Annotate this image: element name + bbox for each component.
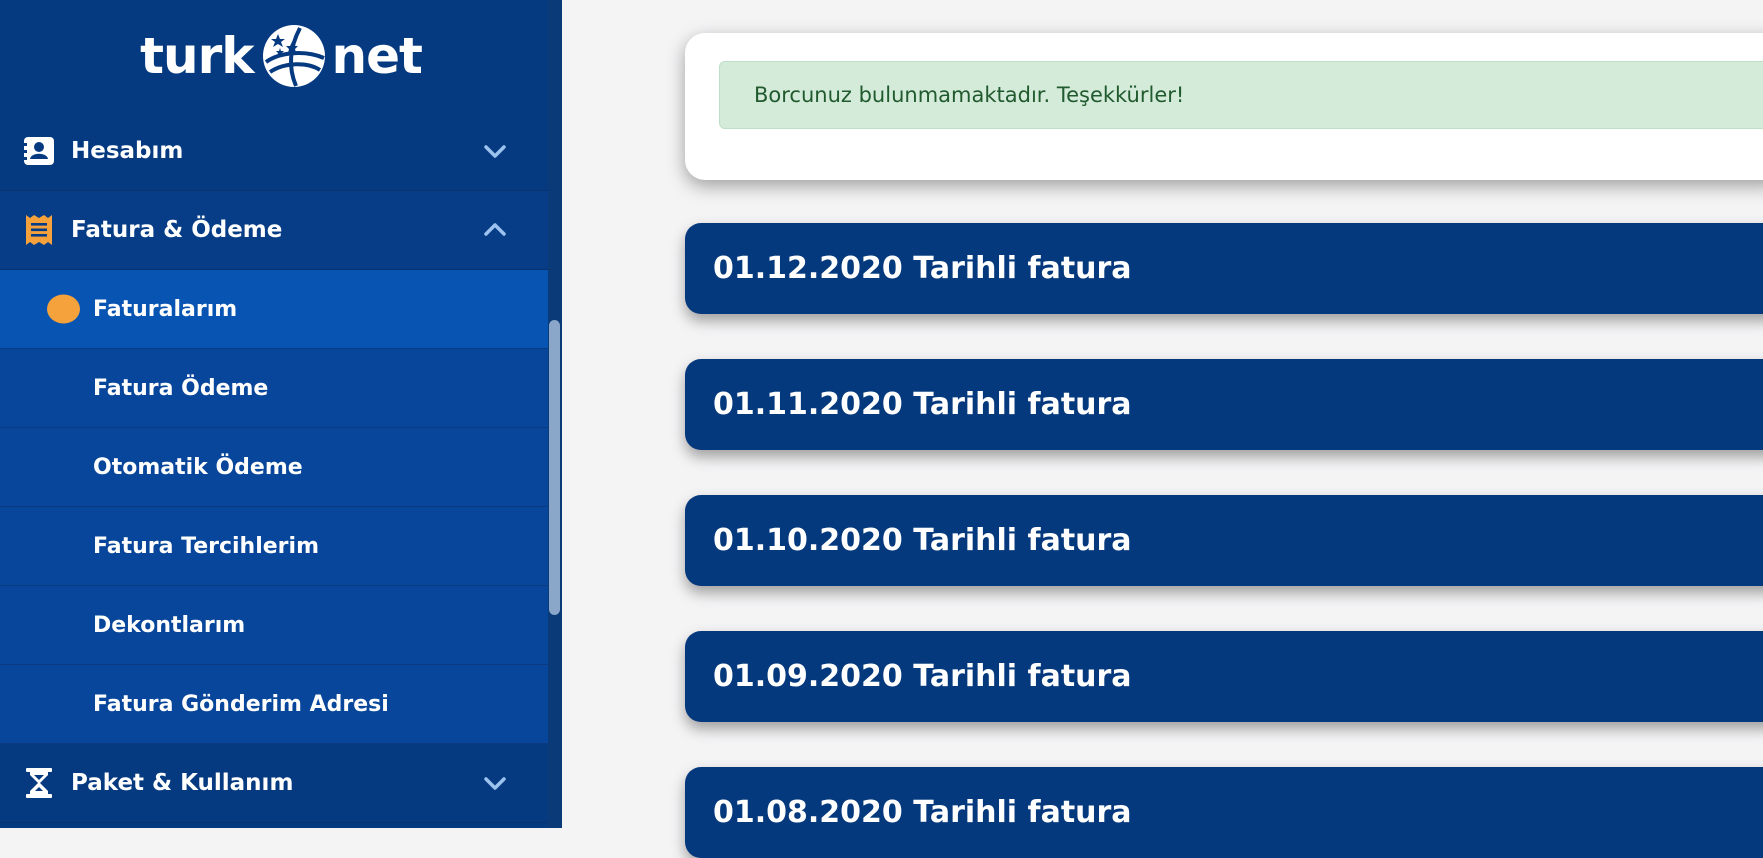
sidebar-item-fatura-gonderim-adresi[interactable]: Fatura Gönderim Adresi — [0, 665, 548, 744]
turknet-logo[interactable]: turk net — [0, 0, 562, 112]
invoice-card[interactable]: 01.08.2020 Tarihli fatura — [685, 767, 1763, 858]
chevron-down-icon — [484, 777, 506, 790]
sidebar-item-dekontlarim[interactable]: Dekontlarım — [0, 586, 548, 665]
sidebar-menu: Hesabım Fatura & Ödeme Faturalarım Fatur… — [0, 112, 548, 823]
sidebar: turk net Hesabım Fatura & Ödeme Faturala… — [0, 0, 562, 828]
active-indicator-dot — [47, 294, 80, 324]
chevron-down-icon — [484, 145, 506, 158]
sidebar-group-fatura-odeme[interactable]: Fatura & Ödeme — [0, 191, 548, 270]
sidebar-item-faturalarim[interactable]: Faturalarım — [0, 270, 548, 349]
sidebar-item-label: Fatura Gönderim Adresi — [93, 691, 389, 717]
sidebar-item-label: Dekontlarım — [93, 612, 246, 638]
sidebar-group-label: Paket & Kullanım — [71, 770, 294, 796]
sidebar-item-label: Fatura Ödeme — [93, 375, 269, 401]
invoice-card[interactable]: 01.09.2020 Tarihli fatura — [685, 631, 1763, 722]
alert-message: Borcunuz bulunmamaktadır. Teşekkürler! — [754, 83, 1185, 107]
success-alert: Borcunuz bulunmamaktadır. Teşekkürler! — [719, 61, 1763, 129]
hourglass-icon — [22, 766, 56, 800]
globe-stars-icon — [262, 25, 325, 87]
invoice-card[interactable]: 01.10.2020 Tarihli fatura — [685, 495, 1763, 586]
sidebar-scrollbar-thumb[interactable] — [549, 320, 560, 615]
receipt-icon — [22, 213, 56, 247]
invoice-title: 01.08.2020 Tarihli fatura — [713, 795, 1132, 830]
notice-card: Borcunuz bulunmamaktadır. Teşekkürler! — [685, 33, 1763, 180]
invoice-title: 01.09.2020 Tarihli fatura — [713, 659, 1132, 694]
main-content: Borcunuz bulunmamaktadır. Teşekkürler! 0… — [562, 0, 1763, 858]
logo-text-left: turk — [140, 27, 254, 85]
invoice-title: 01.10.2020 Tarihli fatura — [713, 523, 1132, 558]
sidebar-group-paket-kullanim[interactable]: Paket & Kullanım — [0, 744, 548, 823]
chevron-up-icon — [484, 223, 506, 236]
sidebar-item-otomatik-odeme[interactable]: Otomatik Ödeme — [0, 428, 548, 507]
sidebar-item-label: Fatura Tercihlerim — [93, 533, 319, 559]
invoice-card[interactable]: 01.11.2020 Tarihli fatura — [685, 359, 1763, 450]
logo-text-right: net — [331, 27, 423, 85]
invoice-card[interactable]: 01.12.2020 Tarihli fatura — [685, 223, 1763, 314]
sidebar-item-label: Faturalarım — [93, 296, 238, 322]
sidebar-group-label: Fatura & Ödeme — [71, 217, 283, 243]
contact-card-icon — [22, 134, 56, 168]
sidebar-item-fatura-tercihlerim[interactable]: Fatura Tercihlerim — [0, 507, 548, 586]
sidebar-item-label: Otomatik Ödeme — [93, 454, 303, 480]
invoice-title: 01.12.2020 Tarihli fatura — [713, 251, 1132, 286]
sidebar-group-label: Hesabım — [71, 138, 184, 164]
invoice-title: 01.11.2020 Tarihli fatura — [713, 387, 1132, 422]
sidebar-item-fatura-odeme[interactable]: Fatura Ödeme — [0, 349, 548, 428]
sidebar-group-hesabim[interactable]: Hesabım — [0, 112, 548, 191]
